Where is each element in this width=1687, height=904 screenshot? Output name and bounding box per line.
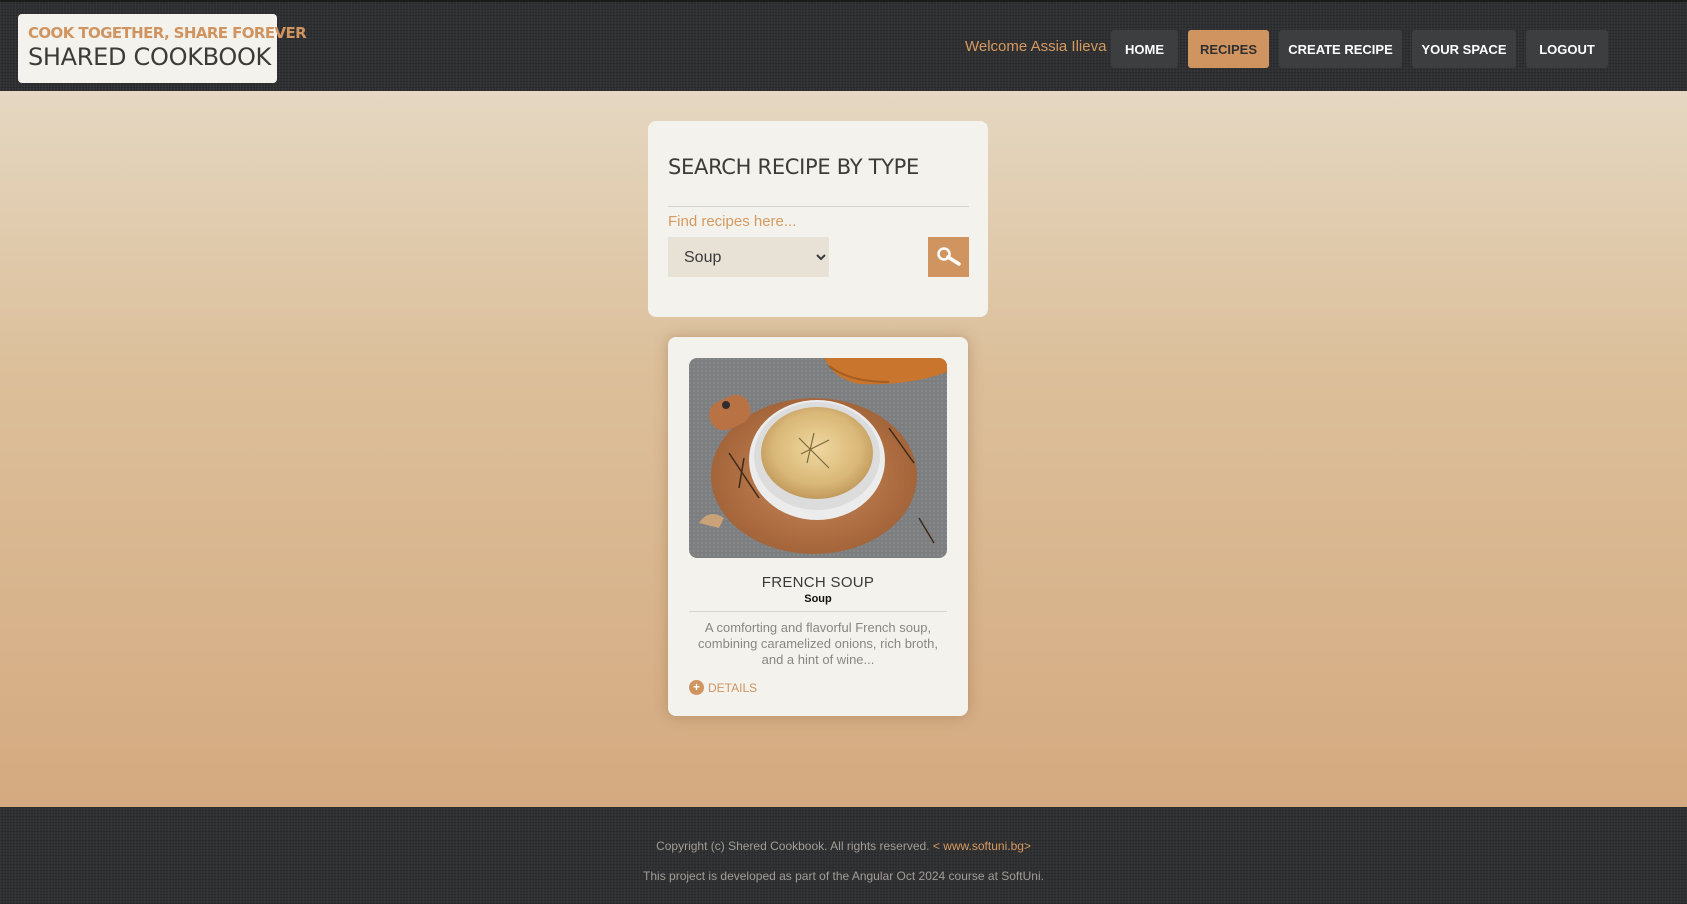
recipe-card: FRENCH SOUP Soup A comforting and flavor… bbox=[668, 337, 968, 716]
nav-home-button[interactable]: HOME bbox=[1111, 30, 1178, 68]
copyright-text: Copyright (c) Shered Cookbook. All right… bbox=[656, 839, 930, 853]
site-logo[interactable]: COOK TOGETHER, SHARE FOREVER SHARED COOK… bbox=[18, 14, 307, 83]
page-footer: Copyright (c) Shered Cookbook. All right… bbox=[0, 807, 1687, 904]
plus-circle-icon: + bbox=[689, 680, 704, 695]
welcome-message: Welcome Assia Ilieva bbox=[965, 38, 1107, 55]
logo-tagline: COOK TOGETHER, SHARE FOREVER bbox=[28, 24, 307, 42]
search-icon bbox=[936, 247, 961, 266]
search-button[interactable] bbox=[928, 237, 969, 277]
details-label: DETAILS bbox=[708, 680, 758, 695]
search-divider bbox=[668, 206, 969, 207]
search-panel: SEARCH RECIPE BY TYPE Find recipes here.… bbox=[648, 121, 988, 317]
recipe-type: Soup bbox=[804, 593, 832, 605]
nav-create-recipe-button[interactable]: CREATE RECIPE bbox=[1279, 30, 1402, 68]
search-hint: Find recipes here... bbox=[668, 213, 797, 230]
nav-logout-button[interactable]: LOGOUT bbox=[1526, 30, 1608, 68]
details-link[interactable]: + DETAILS bbox=[689, 680, 757, 695]
search-title: SEARCH RECIPE BY TYPE bbox=[668, 155, 920, 179]
logo-title: SHARED COOKBOOK bbox=[28, 43, 271, 71]
card-divider bbox=[689, 611, 947, 612]
top-header: COOK TOGETHER, SHARE FOREVER SHARED COOK… bbox=[0, 0, 1687, 91]
project-note: This project is developed as part of the… bbox=[643, 869, 1044, 883]
softuni-link[interactable]: < www.softuni.bg> bbox=[933, 839, 1031, 853]
recipe-type-select[interactable]: Soup bbox=[668, 237, 829, 277]
nav-your-space-button[interactable]: YOUR SPACE bbox=[1412, 30, 1516, 68]
soup-photo bbox=[689, 358, 947, 558]
footer-copyright-line: Copyright (c) Shered Cookbook. All right… bbox=[0, 839, 1687, 853]
recipe-name: FRENCH SOUP bbox=[761, 574, 875, 591]
recipe-description: A comforting and flavorful French soup, … bbox=[698, 620, 938, 667]
recipe-image[interactable] bbox=[689, 358, 947, 558]
nav-recipes-button[interactable]: RECIPES bbox=[1188, 30, 1269, 68]
